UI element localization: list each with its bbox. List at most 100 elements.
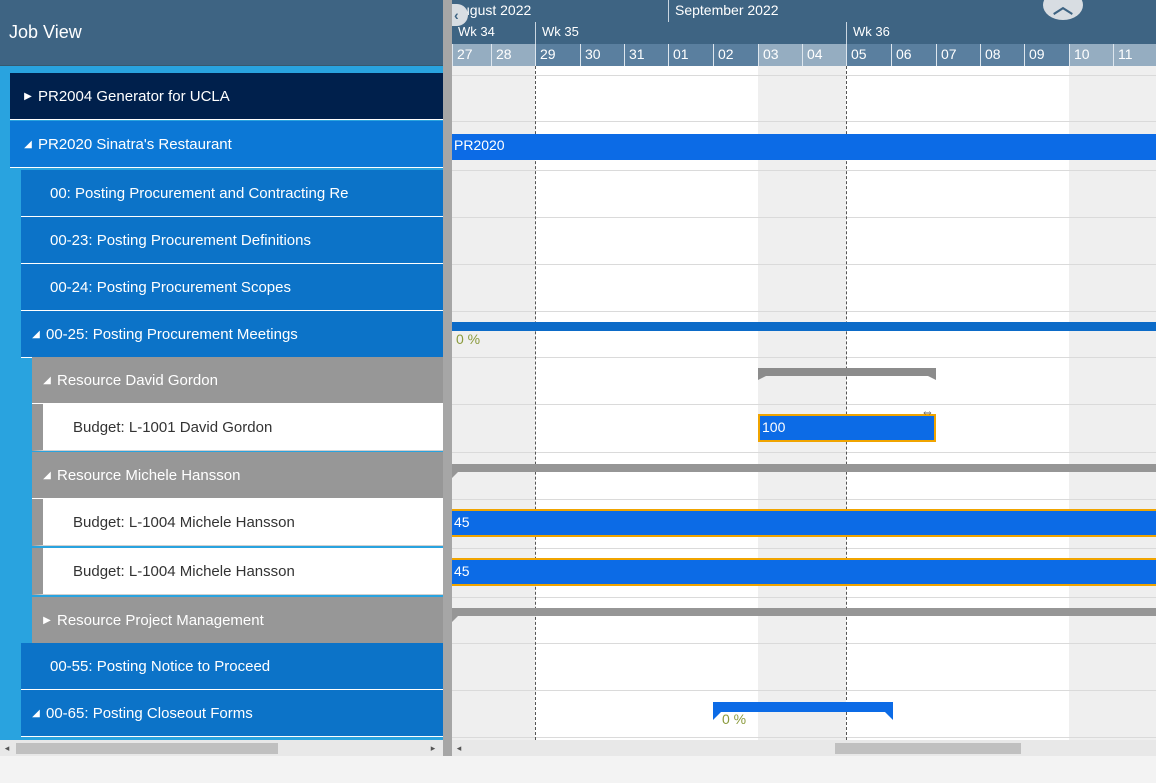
gantt-bar-label: 45: [454, 563, 470, 579]
day-row: 27 28 29 30 31 01 02 03 04 05 06 07 08 09 10 11: [452, 44, 1156, 66]
gantt-bar-label: 100: [762, 419, 786, 435]
resize-cursor-icon: ⇔: [921, 404, 934, 419]
tree-row-resource-david-gordon[interactable]: ◢ Resource David Gordon: [32, 357, 443, 404]
row-gridline: [452, 75, 1156, 76]
day-cell-09: 09: [1024, 44, 1069, 66]
month-label-august: ugust 2022: [462, 2, 532, 18]
tree-row-label: 00-23: Posting Procurement Definitions: [50, 231, 311, 249]
job-tree-pane: Job View ▶ PR2004 Generator for UCLA ◢ P…: [0, 0, 443, 740]
scroll-left-arrow-icon[interactable]: ◂: [452, 740, 466, 756]
tree-row-budget-l1004-a[interactable]: Budget: L-1004 Michele Hansson: [32, 499, 443, 546]
left-scroll-thumb[interactable]: [16, 743, 278, 754]
collapse-arrow-icon[interactable]: ◢: [37, 375, 57, 386]
gantt-bar-pr2020[interactable]: PR2020: [452, 134, 1156, 160]
tree-row-budget-l1004-b[interactable]: Budget: L-1004 Michele Hansson: [32, 548, 443, 595]
row-gridline: [452, 311, 1156, 312]
weekend-band: [1069, 66, 1156, 740]
gantt-pane: ugust 2022 September 2022 Wk 34 Wk 35 Wk…: [452, 0, 1156, 740]
gantt-bar-budget-l1004-a[interactable]: 45: [452, 509, 1156, 537]
expand-arrow-icon[interactable]: ▶: [18, 91, 38, 102]
collapse-arrow-icon[interactable]: ◢: [37, 470, 57, 481]
week-boundary-line: [535, 66, 536, 740]
gantt-summary-bar-00-25[interactable]: [452, 322, 1156, 331]
collapse-header-icon[interactable]: ︿: [1043, 0, 1083, 20]
scroll-right-arrow-icon[interactable]: ▸: [426, 740, 440, 756]
week-separator: [846, 22, 847, 44]
day-cell-28: 28: [491, 44, 535, 66]
header-accent-strip: [0, 66, 443, 71]
tree-row-resource-michele-hansson[interactable]: ◢ Resource Michele Hansson: [32, 452, 443, 499]
row-gridline: [452, 404, 1156, 405]
resource-bar-michele-hansson[interactable]: [452, 462, 1156, 482]
week-separator: [535, 22, 536, 44]
month-separator: [668, 0, 669, 22]
percent-complete-label: 0 %: [456, 331, 481, 347]
tree-row-task-00-25[interactable]: ◢ 00-25: Posting Procurement Meetings: [21, 311, 443, 358]
row-gridline: [452, 121, 1156, 122]
day-cell-31: 31: [624, 44, 668, 66]
day-cell-01: 01: [668, 44, 713, 66]
row-gridline: [452, 170, 1156, 171]
week-label-34: Wk 34: [458, 24, 495, 39]
row-gridline: [452, 357, 1156, 358]
tree-row-resource-project-management[interactable]: ▶ Resource Project Management: [32, 597, 443, 644]
tree-row-task-00-24[interactable]: 00-24: Posting Procurement Scopes: [21, 264, 443, 311]
day-cell-30: 30: [580, 44, 624, 66]
tree-row-label: PR2020 Sinatra's Restaurant: [38, 135, 232, 153]
gantt-scroll-thumb[interactable]: [835, 743, 1021, 754]
row-gridline: [452, 264, 1156, 265]
row-gridline: [452, 690, 1156, 691]
job-view-title: Job View: [9, 22, 82, 42]
gantt-bar-label: PR2020: [454, 137, 505, 153]
tree-row-project-pr2020[interactable]: ◢ PR2020 Sinatra's Restaurant: [10, 121, 443, 168]
tree-row-budget-l1001[interactable]: Budget: L-1001 David Gordon: [32, 404, 443, 451]
gantt-bar-label: 45: [454, 514, 470, 530]
gantt-bar-budget-l1001[interactable]: 100: [758, 414, 936, 442]
row-gridline: [452, 643, 1156, 644]
day-cell-03: 03: [758, 44, 802, 66]
tree-row-label: 00: Posting Procurement and Contracting …: [50, 184, 349, 202]
tree-row-task-00-65[interactable]: ◢ 00-65: Posting Closeout Forms: [21, 690, 443, 737]
resource-bracket-david-gordon[interactable]: [758, 366, 936, 390]
row-gridline: [452, 452, 1156, 453]
resource-bar-project-management[interactable]: [452, 606, 1156, 626]
week-label-36: Wk 36: [853, 24, 890, 39]
day-cell-02: 02: [713, 44, 758, 66]
timeline-header: ugust 2022 September 2022 Wk 34 Wk 35 Wk…: [452, 0, 1156, 66]
tree-row-project-pr2004[interactable]: ▶ PR2004 Generator for UCLA: [10, 73, 443, 120]
tree-row-label: 00-24: Posting Procurement Scopes: [50, 278, 291, 296]
percent-complete-label: 0 %: [722, 711, 747, 727]
day-cell-10: 10: [1069, 44, 1113, 66]
job-view-header: Job View: [0, 0, 443, 66]
weekend-band: [758, 66, 846, 740]
tree-row-task-00[interactable]: 00: Posting Procurement and Contracting …: [21, 170, 443, 217]
row-gridline: [452, 597, 1156, 598]
gantt-bar-budget-l1004-b[interactable]: 45: [452, 558, 1156, 586]
pane-splitter[interactable]: [443, 0, 452, 756]
gantt-horizontal-scrollbar[interactable]: ◂: [452, 740, 1156, 756]
tree-row-label: Resource Project Management: [57, 611, 264, 629]
scroll-left-arrow-icon[interactable]: ◂: [0, 740, 14, 756]
row-gridline: [452, 548, 1156, 549]
day-cell-04: 04: [802, 44, 846, 66]
tree-row-label: 00-65: Posting Closeout Forms: [46, 704, 253, 722]
tree-row-label: Budget: L-1001 David Gordon: [73, 418, 273, 436]
timeline-back-icon[interactable]: ‹: [452, 4, 468, 26]
tree-row-label: Budget: L-1004 Michele Hansson: [73, 562, 295, 580]
row-gridline: [452, 499, 1156, 500]
tree-row-label: Resource David Gordon: [57, 371, 218, 389]
tree-row-task-00-55[interactable]: 00-55: Posting Notice to Proceed: [21, 643, 443, 690]
tree-row-label: Resource Michele Hansson: [57, 466, 241, 484]
collapse-arrow-icon[interactable]: ◢: [26, 329, 46, 340]
week-boundary-line: [846, 66, 847, 740]
collapse-arrow-icon[interactable]: ◢: [18, 139, 38, 150]
month-label-september: September 2022: [675, 2, 779, 18]
tree-row-label: PR2004 Generator for UCLA: [38, 87, 230, 105]
bottom-strip: [0, 756, 1156, 783]
expand-arrow-icon[interactable]: ▶: [37, 615, 57, 626]
collapse-arrow-icon[interactable]: ◢: [26, 708, 46, 719]
tree-row-task-00-23[interactable]: 00-23: Posting Procurement Definitions: [21, 217, 443, 264]
left-horizontal-scrollbar[interactable]: ◂ ▸: [0, 740, 443, 756]
day-cell-06: 06: [891, 44, 936, 66]
week-label-35: Wk 35: [542, 24, 579, 39]
